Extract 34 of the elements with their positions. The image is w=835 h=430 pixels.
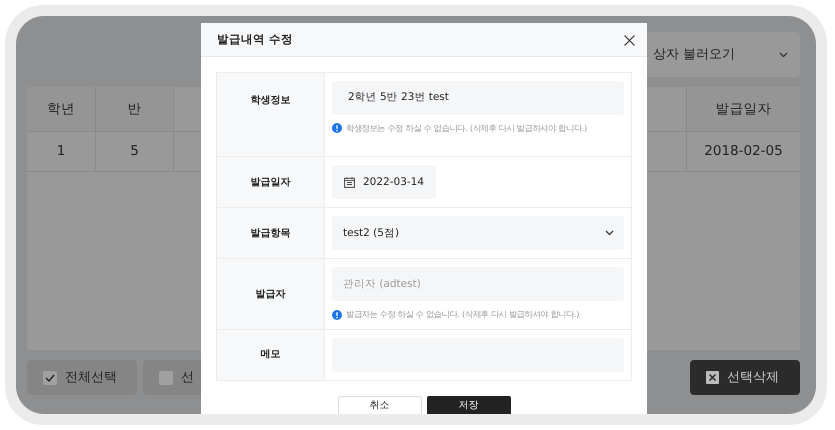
calendar-icon — [344, 176, 355, 188]
dropdown[interactable]: 상자 불러오기 — [645, 32, 800, 77]
cancel-button[interactable]: 취소 — [338, 396, 422, 414]
info-icon — [332, 310, 342, 320]
checkbox[interactable] — [159, 370, 173, 384]
field-label: 발급일자 — [217, 157, 325, 208]
dialog-title: 발급내역 수정 — [217, 30, 294, 48]
select-value: test2 (5점) — [343, 226, 400, 241]
table-cell: 1 — [27, 132, 96, 171]
save-button[interactable]: 저장 — [426, 396, 510, 414]
column-header: 학년 — [27, 87, 96, 131]
dropdown-label: 상자 불러오기 — [653, 46, 736, 64]
checkbox-button[interactable]: 전체선택 — [27, 360, 137, 395]
note-text: 발급자는 수정 하실 수 없습니다. (삭제후 다시 발급하셔야 합니다.) — [346, 308, 580, 321]
note-text: 학생정보는 수정 하실 수 없습니다. (삭제후 다시 발급하셔야 합니다.) — [346, 122, 588, 134]
select-field[interactable]: test2 (5점) — [332, 216, 624, 250]
info-icon — [332, 123, 342, 134]
field-label: 메모 — [217, 330, 325, 380]
table-cell: 5 — [96, 132, 174, 171]
date-field[interactable]: 2022-03-14 — [332, 165, 436, 200]
checkbox[interactable] — [43, 370, 57, 384]
column-header: 발급일자 — [686, 87, 800, 131]
table-cell: 2018-02-05 — [686, 132, 800, 171]
field-label: 발급자 — [217, 259, 325, 329]
column-header: 반 — [96, 87, 174, 131]
chevron-down-icon — [779, 52, 788, 58]
chevron-down-icon — [605, 230, 614, 236]
field-label: 학생정보 — [217, 73, 325, 156]
disabled-field: 관리자 (adtest) — [332, 267, 624, 302]
field-label: 발급항목 — [217, 208, 325, 258]
text-field[interactable]: 2학년 5반 23번 test — [332, 81, 624, 115]
close-box-icon — [706, 371, 719, 384]
delete-button[interactable]: 선택삭제 — [690, 360, 800, 395]
date-value: 2022-03-14 — [363, 174, 424, 190]
